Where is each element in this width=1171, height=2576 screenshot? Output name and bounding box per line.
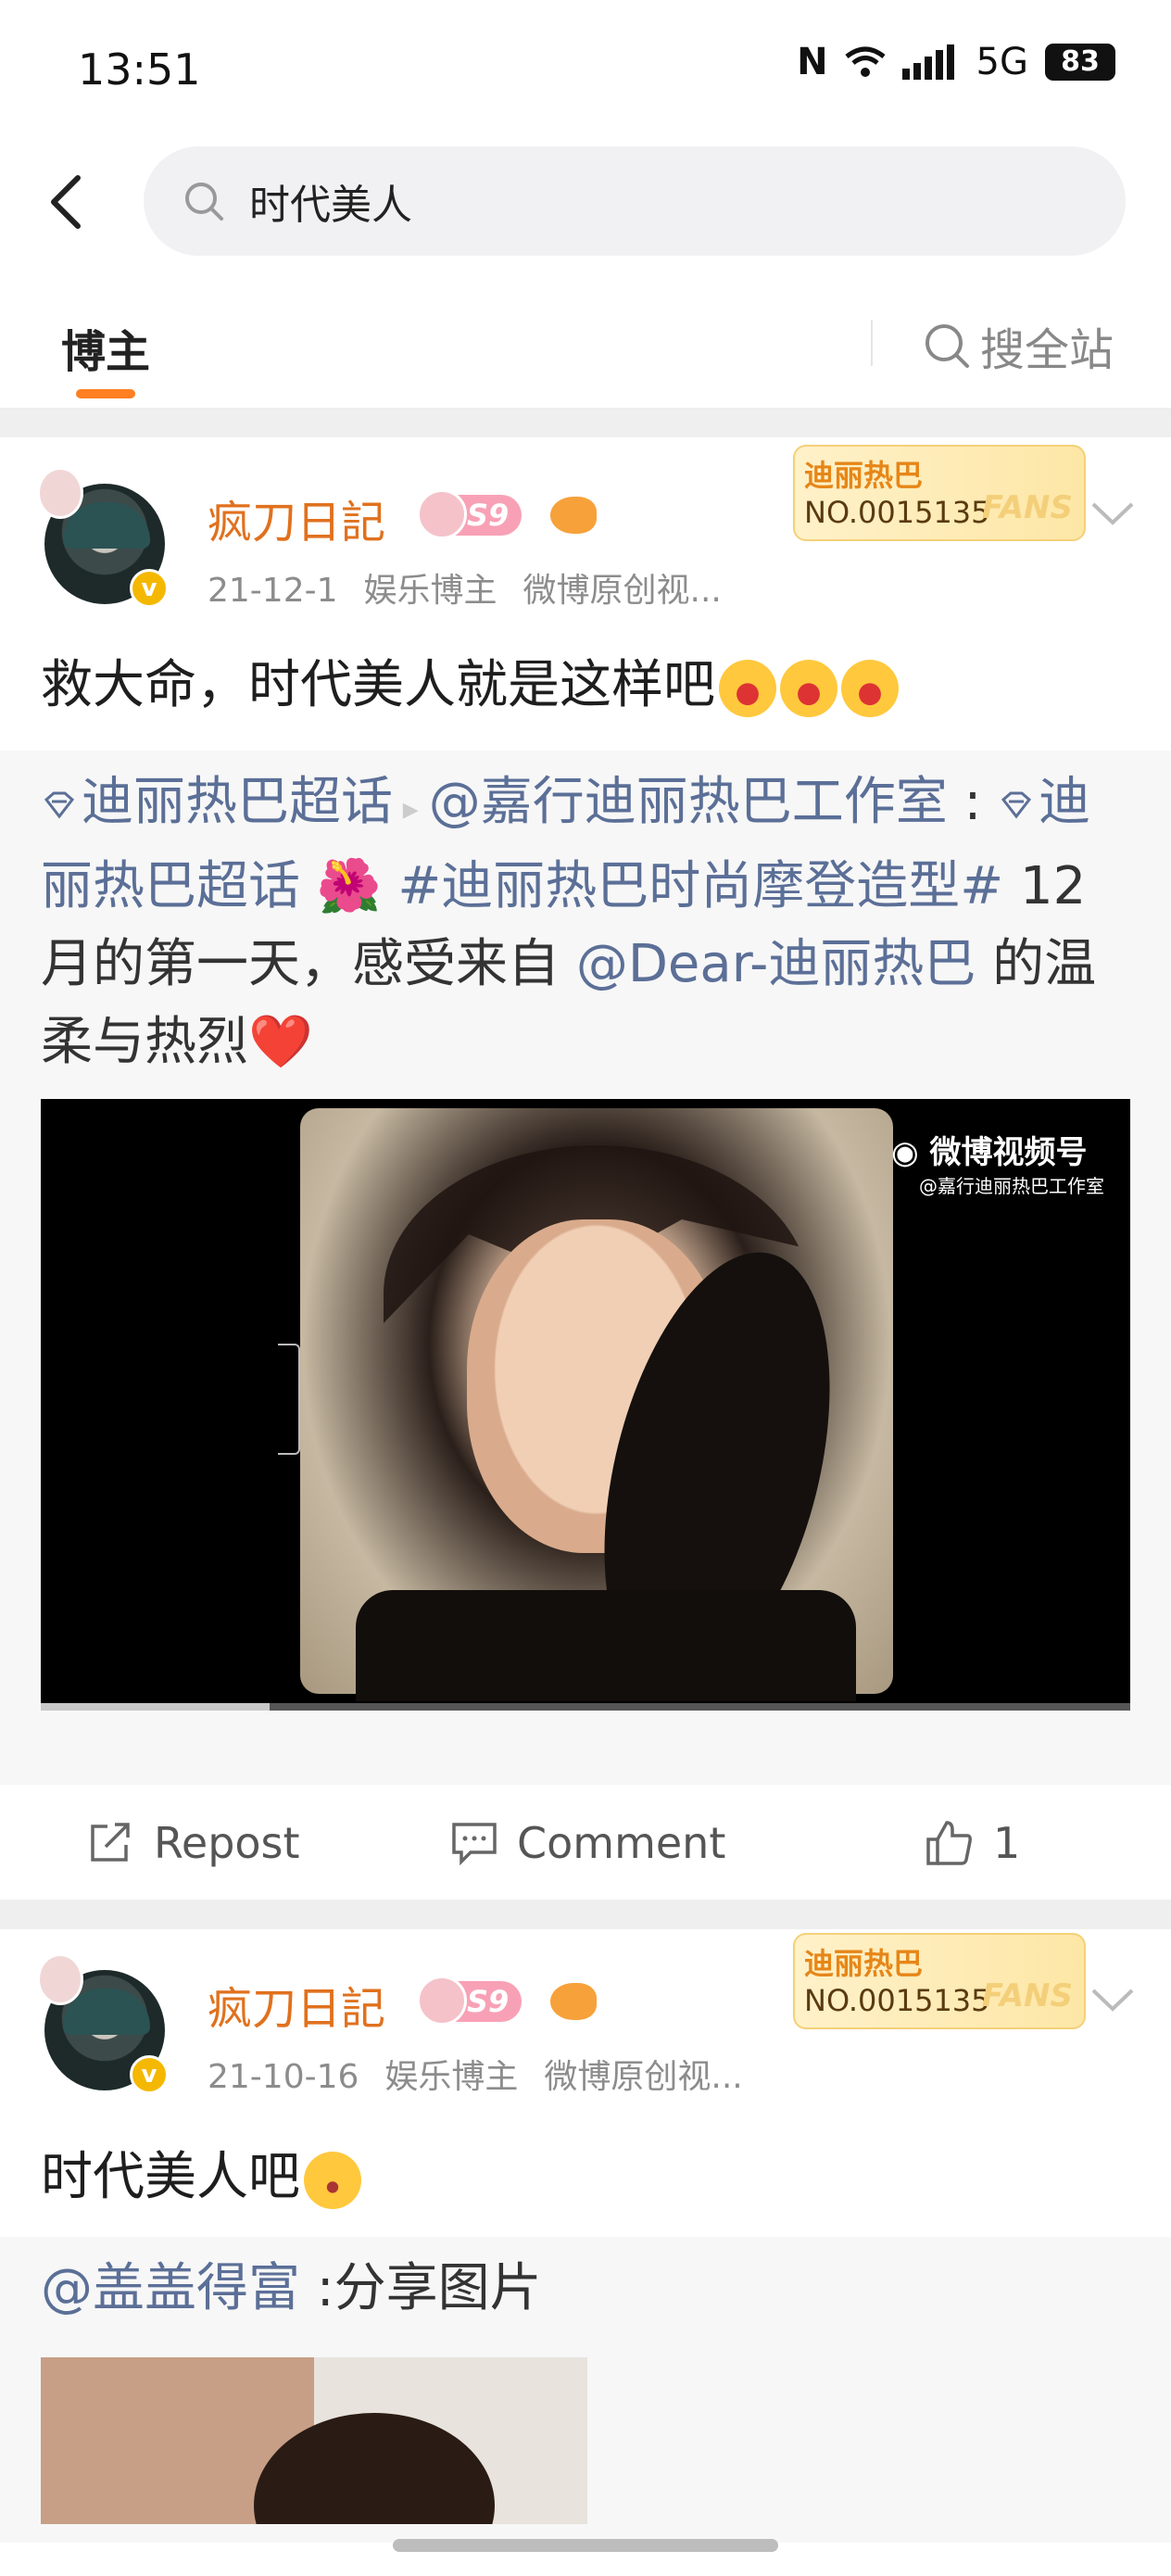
super-topic-link[interactable]: 迪丽热巴超话 [82, 772, 393, 832]
post-date: 21-12-1 [208, 572, 338, 610]
post-date: 21-10-16 [208, 2058, 359, 2096]
video-player[interactable]: ◉ 微博视频号 @嘉行迪丽热巴工作室 [41, 1099, 1130, 1703]
nfc-icon: N [797, 41, 828, 83]
mention-link[interactable]: @盖盖得富 [41, 2258, 300, 2318]
battery-icon: 83 [1045, 44, 1115, 81]
tab-blogger[interactable]: 博主 [61, 315, 150, 380]
verified-icon: v [130, 569, 169, 608]
repost-text: 迪丽热巴超话 ▸ @嘉行迪丽热巴工作室 : 迪丽热巴超话 🌺 #迪丽热巴时尚摩登… [41, 772, 1097, 1072]
status-icons: N 5G 83 [797, 41, 1115, 83]
avatar-frame-icon [37, 467, 83, 519]
fans-card[interactable]: 迪丽热巴 NO.0015135 FANS [793, 1933, 1086, 2029]
fans-card-title: 迪丽热巴 [804, 458, 924, 493]
super-topic-icon [44, 791, 75, 819]
fans-card-label: FANS [981, 489, 1073, 526]
username[interactable]: 疯刀日記 [208, 486, 385, 550]
avatar-frame-icon [37, 1953, 83, 2005]
section-divider [0, 1900, 1171, 1929]
level-icon [417, 1976, 467, 2026]
post-meta: 21-12-1 娱乐博主 微博原创视... [208, 563, 748, 612]
super-topic-icon [1001, 791, 1032, 819]
search-input[interactable]: 时代美人 [144, 146, 1126, 256]
repost-text: @盖盖得富 :分享图片 [41, 2258, 542, 2318]
verified-icon: v [130, 2055, 169, 2094]
weibo-logo-icon: ◉ [891, 1134, 930, 1171]
username[interactable]: 疯刀日記 [208, 1972, 385, 2037]
search-query: 时代美人 [249, 182, 412, 229]
fans-card-title: 迪丽热巴 [804, 1946, 924, 1981]
repost-button[interactable]: Repost [87, 1818, 300, 1868]
repost-content[interactable]: 迪丽热巴超话 ▸ @嘉行迪丽热巴工作室 : 迪丽热巴超话 🌺 #迪丽热巴时尚摩登… [0, 751, 1171, 1785]
comment-icon [452, 1823, 497, 1865]
video-progress-bar[interactable] [41, 1703, 1130, 1711]
post-tag: 娱乐博主 [363, 572, 497, 610]
wifi-icon [844, 46, 886, 77]
avatar[interactable]: v [37, 1953, 169, 2094]
video-edge-handle [278, 1344, 300, 1455]
level-icon [417, 489, 467, 539]
fans-card[interactable]: 迪丽热巴 NO.0015135 FANS [793, 445, 1086, 541]
repost-label: Repost [154, 1818, 300, 1868]
post-source: 微博原创视... [544, 2058, 743, 2096]
post-card: v 疯刀日記 S9 迪丽热巴 NO.0015135 FANS 21-12-1 娱乐… [0, 437, 1171, 1901]
mention-link[interactable]: @嘉行迪丽热巴工作室 [429, 772, 948, 832]
fans-card-label: FANS [981, 1977, 1073, 2014]
chevron-left-icon [51, 175, 81, 229]
hashtag-link[interactable]: #迪丽热巴时尚摩登造型# [397, 856, 1003, 916]
crying-emoji-icon [780, 659, 837, 717]
fans-card-number: NO.0015135 [804, 495, 990, 530]
post-source: 微博原创视... [523, 572, 722, 610]
status-bar: 13:51 N 5G 83 [0, 0, 1171, 139]
post-actions: Repost Comment 1 [0, 1785, 1171, 1900]
post-card: v 疯刀日記 S9 迪丽热巴 NO.0015135 FANS 21-10-16 娱… [0, 1929, 1171, 2543]
post-text: 救大命，时代美人就是这样吧 [41, 643, 899, 718]
level-badge: S9 [417, 1976, 523, 2026]
tab-bar: 博主 搜全站 [0, 278, 1171, 408]
hibiscus-emoji: 🌺 [300, 856, 398, 916]
mention-link[interactable]: @Dear-迪丽热巴 [576, 934, 976, 994]
video-thumbnail [300, 1108, 893, 1703]
divider [871, 320, 873, 366]
search-icon [925, 324, 969, 368]
section-divider [0, 408, 1171, 437]
search-all-label: 搜全站 [980, 324, 1114, 376]
video-progress-fill [41, 1703, 270, 1711]
crying-emoji-icon [841, 659, 899, 717]
search-all-button[interactable]: 搜全站 [923, 313, 1114, 378]
repost-content[interactable]: @盖盖得富 :分享图片 [0, 2237, 1171, 2543]
weibo-video-brand: ◉ 微博视频号 [891, 1134, 1088, 1171]
avatar[interactable]: v [37, 467, 169, 608]
share-icon [91, 1823, 130, 1862]
chevron-down-icon[interactable] [1089, 499, 1136, 526]
clock: 13:51 [78, 44, 201, 95]
fish-badge-icon [550, 497, 597, 534]
post-meta: 21-10-16 娱乐博主 微博原创视... [208, 2050, 769, 2098]
comment-button[interactable]: Comment [450, 1818, 725, 1868]
post-text: 时代美人吧 [41, 2135, 361, 2210]
post-image[interactable] [41, 2357, 587, 2524]
like-count: 1 [993, 1818, 1021, 1868]
like-button[interactable]: 1 [925, 1818, 1020, 1868]
search-icon [185, 183, 223, 221]
crying-emoji-icon [719, 659, 776, 717]
comment-label: Comment [517, 1818, 726, 1868]
level-badge: S9 [417, 489, 523, 539]
fish-badge-icon [550, 1983, 597, 2020]
signal-icon [901, 44, 954, 80]
search-header: 时代美人 [0, 139, 1171, 269]
pleading-emoji-icon [304, 2151, 361, 2209]
network-type: 5G [976, 41, 1028, 83]
thumbs-up-icon [926, 1821, 972, 1865]
video-watermark: @嘉行迪丽热巴工作室 [919, 1175, 1104, 1197]
chevron-down-icon[interactable] [1089, 1985, 1136, 2013]
home-indicator[interactable] [393, 2539, 778, 2552]
back-button[interactable] [37, 165, 102, 239]
post-tag: 娱乐博主 [384, 2058, 519, 2096]
fans-card-number: NO.0015135 [804, 1983, 990, 2018]
tab-indicator [76, 389, 135, 398]
